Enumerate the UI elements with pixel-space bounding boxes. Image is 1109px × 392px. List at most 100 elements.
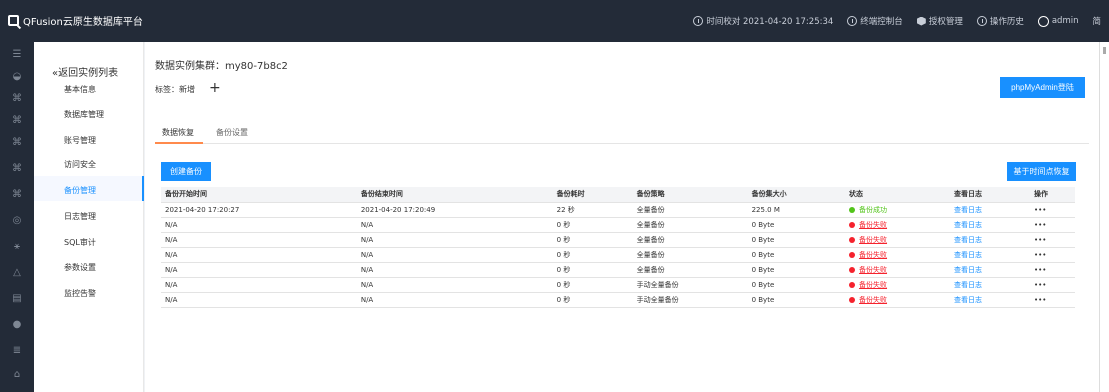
table-row: N/A N/A 0 秒手动全量备份 0 Byte 备份失败 查看日志 •••: [161, 292, 1075, 308]
table-header-end-time: 备份结束时间: [356, 187, 553, 203]
duration-cell: 0 秒: [552, 262, 633, 278]
license-icon: [916, 16, 926, 26]
size-cell: 0 Byte: [747, 247, 846, 263]
size-cell: 0 Byte: [747, 217, 846, 233]
table-row: N/A N/A 0 秒全量备份 0 Byte 备份失败 查看日志 •••: [161, 262, 1075, 278]
menu-icon[interactable]: ☰: [12, 50, 22, 60]
cluster-icon[interactable]: ⌘: [12, 190, 22, 200]
target-icon[interactable]: ◎: [12, 216, 22, 226]
table-header-status: 状态: [845, 187, 950, 203]
network-icon[interactable]: ⚹: [12, 242, 22, 252]
alarm-icon[interactable]: △: [12, 268, 22, 278]
sidebar-item-log-management[interactable]: 日志管理: [64, 211, 96, 222]
sidebar-item-account-management[interactable]: 账号管理: [64, 135, 96, 146]
table-row: N/A N/A 0 秒手动全量备份 0 Byte 备份失败 查看日志 •••: [161, 277, 1075, 293]
list-icon[interactable]: ≣: [12, 346, 22, 356]
duration-cell: 0 秒: [552, 247, 633, 263]
status-cell: 备份成功: [845, 202, 950, 218]
sidebar-item-basic-info[interactable]: 基本信息: [64, 84, 96, 95]
view-log-link[interactable]: 查看日志: [949, 277, 1030, 293]
add-tag-button[interactable]: +: [209, 80, 221, 96]
view-log-link[interactable]: 查看日志: [949, 217, 1030, 233]
size-cell: 225.0 M: [747, 202, 846, 218]
actions-menu[interactable]: •••: [1029, 232, 1075, 248]
actions-menu[interactable]: •••: [1029, 277, 1075, 293]
actions-menu[interactable]: •••: [1029, 202, 1075, 218]
actions-menu[interactable]: •••: [1029, 247, 1075, 263]
instance-sidebar: «返回实例列表 基本信息 数据库管理 账号管理 访问安全 备份管理 日志管理 S…: [34, 42, 144, 392]
page-scrollbar[interactable]: [1099, 42, 1109, 392]
operation-history-link[interactable]: 操作历史: [976, 15, 1024, 27]
left-icon-rail: ☰ ◒ ⌘ ⌘ ⌘ ⌘ ⌘ ◎ ⚹ △ ▤ ● ≣ ⌂: [0, 42, 34, 392]
cluster-title: 数据实例集群：my80-7b8c2: [155, 61, 288, 72]
point-in-time-restore-button[interactable]: 基于时间点恢复: [1007, 162, 1076, 181]
start-time-cell: N/A: [161, 277, 357, 293]
language-switch[interactable]: 简: [1092, 15, 1101, 27]
strategy-cell: 全量备份: [632, 232, 748, 248]
duration-cell: 22 秒: [552, 202, 633, 218]
actions-menu[interactable]: •••: [1029, 292, 1075, 308]
backup-records-table: 备份开始时间 备份结束时间 备份耗时 备份策略 备份集大小 状态 查看日志 操作…: [161, 187, 1075, 308]
start-time-cell: N/A: [161, 292, 357, 308]
end-time-cell: 2021-04-20 17:20:49: [356, 202, 553, 218]
size-cell: 0 Byte: [747, 232, 846, 248]
cluster-icon[interactable]: ⌘: [12, 138, 22, 148]
start-time-cell: N/A: [161, 262, 357, 278]
size-cell: 0 Byte: [747, 262, 846, 278]
actions-menu[interactable]: •••: [1029, 217, 1075, 233]
tab-backup-settings[interactable]: 备份设置: [216, 127, 248, 138]
sidebar-item-access-security[interactable]: 访问安全: [64, 159, 96, 170]
status-cell: 备份失败: [845, 277, 950, 293]
status-cell: 备份失败: [845, 247, 950, 263]
license-management-link[interactable]: 授权管理: [916, 15, 963, 27]
phpmyadmin-login-button[interactable]: phpMyAdmin登陆: [1000, 77, 1085, 98]
view-log-link[interactable]: 查看日志: [949, 262, 1030, 278]
back-to-instance-list[interactable]: «返回实例列表: [52, 64, 118, 79]
table-header-duration: 备份耗时: [552, 187, 633, 203]
database-icon[interactable]: ◒: [12, 72, 22, 82]
table-row: N/A N/A 0 秒全量备份 0 Byte 备份失败 查看日志 •••: [161, 217, 1075, 233]
status-cell: 备份失败: [845, 292, 950, 308]
q-logo-icon: [8, 15, 19, 26]
cluster-icon[interactable]: ⌘: [12, 94, 22, 104]
end-time-cell: N/A: [356, 277, 553, 293]
settings-icon[interactable]: ●: [12, 320, 22, 330]
cluster-icon[interactable]: ⌘: [12, 164, 22, 174]
scrollbar-thumb[interactable]: [1103, 47, 1106, 54]
sidebar-item-backup-management[interactable]: 备份管理: [64, 185, 96, 196]
create-backup-button[interactable]: 创建备份: [161, 162, 211, 181]
terminal-console-link[interactable]: 终端控制台: [847, 15, 903, 27]
user-menu[interactable]: admin: [1037, 15, 1078, 27]
sidebar-item-parameter-settings[interactable]: 参数设置: [64, 262, 96, 273]
size-cell: 0 Byte: [747, 277, 846, 293]
strategy-cell: 手动全量备份: [632, 277, 748, 293]
start-time-cell: N/A: [161, 217, 357, 233]
duration-cell: 0 秒: [552, 292, 633, 308]
view-log-link[interactable]: 查看日志: [949, 232, 1030, 248]
start-time-cell: N/A: [161, 232, 357, 248]
start-time-cell: N/A: [161, 247, 357, 263]
actions-menu[interactable]: •••: [1029, 262, 1075, 278]
home-icon[interactable]: ⌂: [12, 370, 22, 380]
tag-new-text[interactable]: 新增: [179, 85, 195, 94]
view-log-link[interactable]: 查看日志: [949, 247, 1030, 263]
end-time-cell: N/A: [356, 232, 553, 248]
view-log-link[interactable]: 查看日志: [949, 202, 1030, 218]
view-log-link[interactable]: 查看日志: [949, 292, 1030, 308]
top-navigation-items: 时间校对 2021-04-20 17:25:34 终端控制台 授权管理 操作历史…: [693, 15, 1101, 27]
duration-cell: 0 秒: [552, 277, 633, 293]
time-sync-indicator[interactable]: 时间校对 2021-04-20 17:25:34: [693, 15, 833, 27]
end-time-cell: N/A: [356, 247, 553, 263]
tab-data-recovery[interactable]: 数据恢复: [162, 127, 194, 138]
table-row: N/A N/A 0 秒全量备份 0 Byte 备份失败 查看日志 •••: [161, 247, 1075, 263]
sidebar-item-database-management[interactable]: 数据库管理: [64, 109, 104, 120]
cluster-icon[interactable]: ⌘: [12, 116, 22, 126]
start-time-cell: 2021-04-20 17:20:27: [161, 202, 357, 218]
sidebar-item-monitoring-alarm[interactable]: 监控告警: [64, 288, 96, 299]
document-icon[interactable]: ▤: [12, 294, 22, 304]
end-time-cell: N/A: [356, 217, 553, 233]
app-logo[interactable]: QFusion云原生数据库平台: [8, 13, 143, 28]
sidebar-item-sql-audit[interactable]: SQL审计: [64, 237, 96, 248]
strategy-cell: 全量备份: [632, 262, 748, 278]
duration-cell: 0 秒: [552, 232, 633, 248]
